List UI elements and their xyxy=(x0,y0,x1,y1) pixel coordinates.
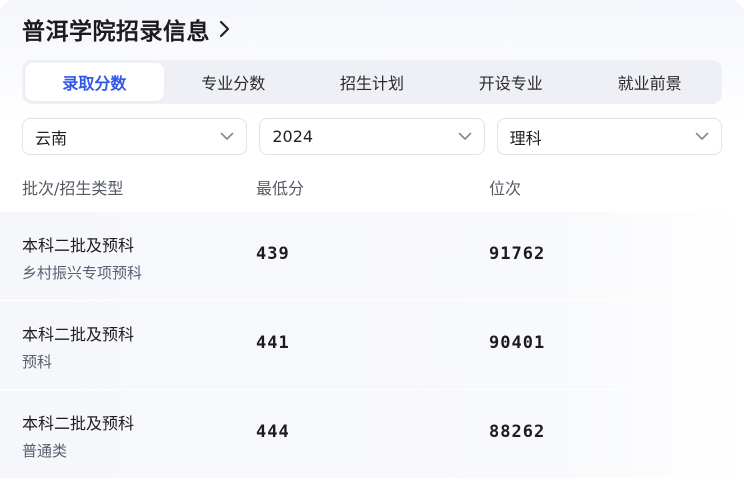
row-type: 乡村振兴专项预科 xyxy=(22,264,143,282)
header-link[interactable]: 普洱学院招录信息 xyxy=(22,12,232,46)
filter-bar: 云南 2024 理科 xyxy=(22,118,722,155)
table-header: 批次/招生类型 最低分 位次 xyxy=(22,175,722,199)
row-min-score: 444 xyxy=(256,422,290,442)
tab-bar: 录取分数 专业分数 招生计划 开设专业 就业前景 xyxy=(22,60,722,104)
table-row: 本科二批及预科 普通类 444 88262 xyxy=(0,390,744,478)
row-batch: 本科二批及预科 xyxy=(22,236,135,255)
tab-career-prospects[interactable]: 就业前景 xyxy=(580,63,719,101)
year-select[interactable]: 2024 xyxy=(259,118,485,155)
chevron-down-icon xyxy=(695,130,709,144)
table-row: 本科二批及预科 预科 441 90401 xyxy=(0,301,744,389)
row-rank: 88262 xyxy=(489,422,546,442)
column-header-min-score: 最低分 xyxy=(256,179,305,198)
subject-select[interactable]: 理科 xyxy=(496,118,722,155)
row-rank: 90401 xyxy=(489,333,546,353)
row-type: 预科 xyxy=(22,353,53,371)
province-select-value: 云南 xyxy=(35,128,68,148)
page-title: 普洱学院招录信息 xyxy=(22,19,210,45)
row-batch: 本科二批及预科 xyxy=(22,414,135,433)
score-table: 本科二批及预科 乡村振兴专项预科 439 91762 本科二批及预科 预科 44… xyxy=(0,212,744,479)
chevron-down-icon xyxy=(458,130,472,144)
row-min-score: 439 xyxy=(256,244,290,264)
tab-major-scores[interactable]: 专业分数 xyxy=(164,63,303,101)
subject-select-value: 理科 xyxy=(509,128,542,148)
chevron-right-icon xyxy=(216,18,232,40)
row-type: 普通类 xyxy=(22,442,68,460)
chevron-down-icon xyxy=(220,130,234,144)
column-header-batch: 批次/招生类型 xyxy=(22,179,124,198)
admissions-card: 普洱学院招录信息 录取分数 专业分数 招生计划 开设专业 就业前景 云南 202… xyxy=(0,0,744,494)
province-select[interactable]: 云南 xyxy=(22,118,248,155)
year-select-value: 2024 xyxy=(272,127,314,146)
tab-majors-offered[interactable]: 开设专业 xyxy=(441,63,580,101)
tab-enrollment-plan[interactable]: 招生计划 xyxy=(303,63,442,101)
tab-admission-scores[interactable]: 录取分数 xyxy=(25,63,164,101)
table-row: 本科二批及预科 乡村振兴专项预科 439 91762 xyxy=(0,212,744,300)
column-header-rank: 位次 xyxy=(489,179,522,198)
row-rank: 91762 xyxy=(489,244,546,264)
row-batch: 本科二批及预科 xyxy=(22,325,135,344)
row-min-score: 441 xyxy=(256,333,290,353)
